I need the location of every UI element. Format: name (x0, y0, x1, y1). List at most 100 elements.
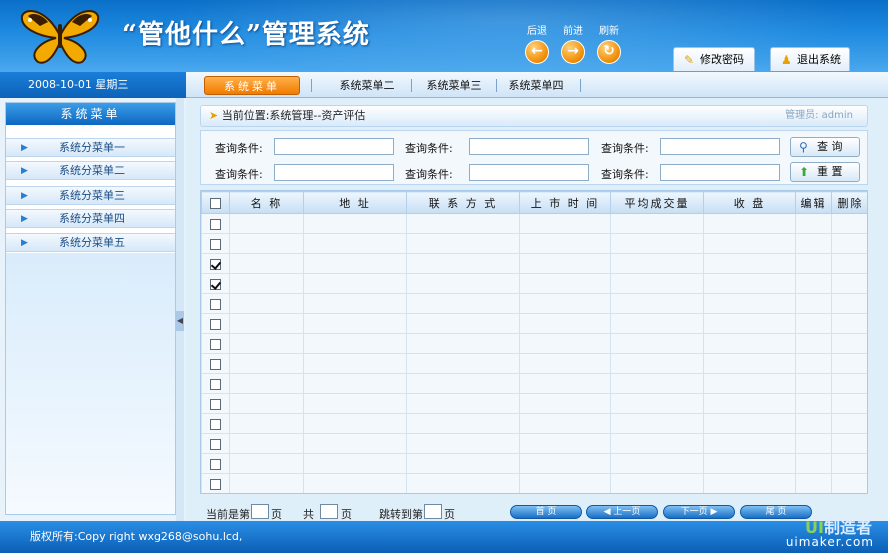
table-cell[interactable] (795, 213, 832, 234)
table-cell[interactable] (831, 273, 867, 294)
table-cell[interactable] (831, 313, 867, 334)
tab-system-menu[interactable]: 系统菜单 (204, 76, 300, 95)
table-cell[interactable] (795, 433, 832, 454)
table-cell[interactable] (831, 253, 867, 274)
table-cell (519, 253, 611, 274)
jump-page-input[interactable] (424, 504, 442, 519)
refresh-nav[interactable]: 刷新 ↻ (591, 26, 627, 64)
table-cell[interactable] (831, 473, 867, 493)
butterfly-logo (20, 10, 100, 64)
table-cell (406, 453, 520, 474)
row-checkbox[interactable] (210, 438, 221, 450)
table-cell[interactable] (795, 273, 832, 294)
table-cell (406, 473, 520, 493)
row-select-cell (201, 453, 230, 474)
row-checkbox[interactable] (210, 378, 221, 390)
table-cell[interactable] (831, 333, 867, 354)
table-cell[interactable] (795, 473, 832, 493)
tab-system-menu-2[interactable]: 系统菜单二 (322, 76, 412, 95)
query-input-6[interactable] (660, 164, 780, 181)
table-cell[interactable] (795, 393, 832, 414)
column-header-edit[interactable]: 编辑 (795, 191, 832, 214)
collapse-arrow-icon[interactable]: ◀ (176, 311, 184, 331)
table-cell[interactable] (795, 353, 832, 374)
row-checkbox[interactable] (210, 258, 221, 270)
table-cell[interactable] (831, 293, 867, 314)
row-checkbox[interactable] (210, 398, 221, 410)
change-password-button[interactable]: ✎ 修改密码 (673, 47, 755, 71)
query-input-1[interactable] (274, 138, 394, 155)
query-label: 查询条件: (405, 168, 453, 181)
table-cell (229, 213, 304, 234)
sidebar-item-1[interactable]: ▶ 系统分菜单一 (6, 138, 175, 157)
location-icon: ➤ (209, 109, 219, 122)
next-page-button[interactable]: 下一页 ▶ (663, 505, 735, 519)
back-nav[interactable]: 后退 ← (519, 26, 555, 64)
select-all-checkbox[interactable] (210, 197, 221, 209)
table-cell[interactable] (831, 393, 867, 414)
row-checkbox[interactable] (210, 298, 221, 310)
row-checkbox[interactable] (210, 238, 221, 250)
column-header-close[interactable]: 收 盘 (703, 191, 796, 214)
table-cell[interactable] (795, 233, 832, 254)
table-cell (519, 273, 611, 294)
query-input-2[interactable] (469, 138, 589, 155)
forward-nav[interactable]: 前进 → (555, 26, 591, 64)
query-input-3[interactable] (660, 138, 780, 155)
logout-button[interactable]: ♟ 退出系统 (770, 47, 850, 71)
row-checkbox[interactable] (210, 218, 221, 230)
query-input-5[interactable] (469, 164, 589, 181)
back-arrow-icon[interactable]: ← (525, 40, 549, 64)
sidebar-item-5[interactable]: ▶ 系统分菜单五 (6, 233, 175, 252)
table-cell[interactable] (795, 333, 832, 354)
sidebar-item-3[interactable]: ▶ 系统分菜单三 (6, 186, 175, 205)
column-header-delete[interactable]: 删除 (831, 191, 867, 214)
table-cell[interactable] (795, 293, 832, 314)
table-cell[interactable] (831, 373, 867, 394)
table-cell[interactable] (795, 453, 832, 474)
total-pages-input[interactable] (320, 504, 338, 519)
refresh-icon[interactable]: ↻ (597, 40, 621, 64)
row-checkbox[interactable] (210, 338, 221, 350)
table-cell[interactable] (795, 313, 832, 334)
row-checkbox[interactable] (210, 458, 221, 470)
row-checkbox[interactable] (210, 318, 221, 330)
main-content: ➤ 当前位置:系统管理--资产评估 管理员: admin 查询条件: 查询条件:… (196, 102, 872, 521)
table-cell[interactable] (831, 213, 867, 234)
table-cell (303, 453, 407, 474)
current-page-input[interactable] (251, 504, 269, 519)
table-cell (406, 353, 520, 374)
query-label: 查询条件: (601, 142, 649, 155)
table-cell[interactable] (831, 413, 867, 434)
jump-prefix: 跳转到第 (379, 508, 423, 521)
prev-page-button[interactable]: ◀ 上一页 (586, 505, 658, 519)
forward-arrow-icon[interactable]: → (561, 40, 585, 64)
table-cell[interactable] (831, 233, 867, 254)
table-cell[interactable] (831, 353, 867, 374)
column-header-address[interactable]: 地 址 (303, 191, 407, 214)
row-checkbox[interactable] (210, 418, 221, 430)
reset-button[interactable]: ⬆ 重 置 (790, 162, 860, 182)
page-unit: 页 (271, 508, 282, 521)
table-cell[interactable] (795, 373, 832, 394)
table-cell[interactable] (831, 433, 867, 454)
table-cell[interactable] (831, 453, 867, 474)
row-checkbox[interactable] (210, 278, 221, 290)
column-header-avg-volume[interactable]: 平均成交量 (610, 191, 704, 214)
last-page-button[interactable]: 尾 页 (740, 505, 812, 519)
search-button[interactable]: ⚲ 查 询 (790, 137, 860, 157)
table-cell[interactable] (795, 413, 832, 434)
row-checkbox[interactable] (210, 358, 221, 370)
tab-system-menu-4[interactable]: 系统菜单四 (496, 76, 576, 95)
sidebar-item-2[interactable]: ▶ 系统分菜单二 (6, 161, 175, 180)
first-page-button[interactable]: 首 页 (510, 505, 582, 519)
tab-system-menu-3[interactable]: 系统菜单三 (414, 76, 494, 95)
sidebar-item-4[interactable]: ▶ 系统分菜单四 (6, 209, 175, 228)
table-cell[interactable] (795, 253, 832, 274)
query-input-4[interactable] (274, 164, 394, 181)
row-checkbox[interactable] (210, 478, 221, 490)
query-label: 查询条件: (405, 142, 453, 155)
column-header-listing-time[interactable]: 上 市 时 间 (519, 191, 611, 214)
column-header-name[interactable]: 名 称 (229, 191, 304, 214)
column-header-contact[interactable]: 联 系 方 式 (406, 191, 520, 214)
